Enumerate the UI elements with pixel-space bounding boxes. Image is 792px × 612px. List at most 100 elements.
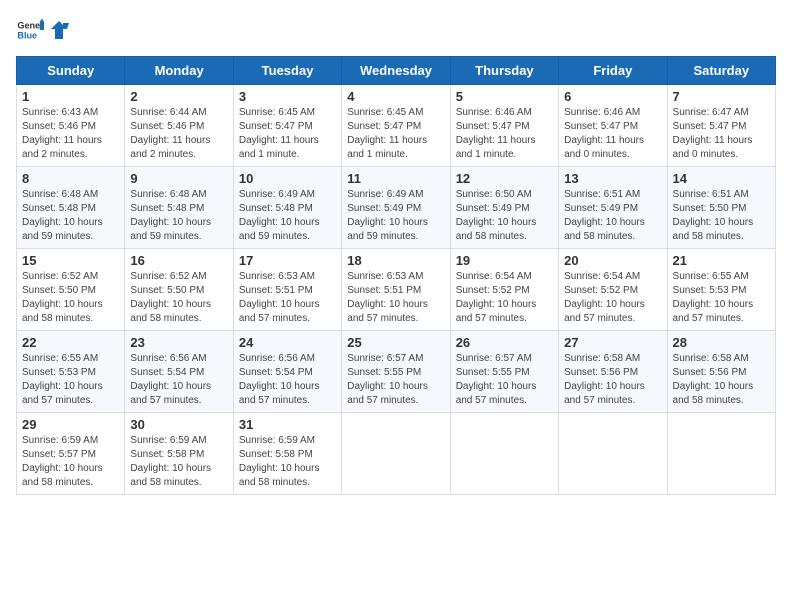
day-info: Sunrise: 6:55 AMSunset: 5:53 PMDaylight:… xyxy=(22,352,119,408)
calendar-cell: 27Sunrise: 6:58 AMSunset: 5:56 PMDayligh… xyxy=(559,331,667,413)
calendar-cell: 16 Sunrise: 6:52 AMSunset: 5:50 PMDayligh… xyxy=(125,249,233,331)
day-number: 29 xyxy=(22,417,119,432)
calendar-cell: 21Sunrise: 6:55 AMSunset: 5:53 PMDayligh… xyxy=(667,249,775,331)
day-number: 16 xyxy=(130,253,227,268)
day-number: 17 xyxy=(239,253,336,268)
calendar-table: SundayMondayTuesdayWednesdayThursdayFrid… xyxy=(16,56,776,495)
weekday-header-wednesday: Wednesday xyxy=(342,57,450,85)
calendar-cell: 28 Sunrise: 6:58 AMSunset: 5:56 PMDayligh… xyxy=(667,331,775,413)
day-info: Sunrise: 6:56 AMSunset: 5:54 PMDaylight:… xyxy=(239,352,336,408)
logo-bird-icon xyxy=(49,19,69,41)
svg-text:Blue: Blue xyxy=(17,30,37,40)
day-info: Sunrise: 6:58 AMSunset: 5:56 PMDaylight:… xyxy=(564,352,661,408)
calendar-week-row: 29 Sunrise: 6:59 AMSunset: 5:57 PMDayligh… xyxy=(17,413,776,495)
day-number: 3 xyxy=(239,89,336,104)
day-info: Sunrise: 6:59 AMSunset: 5:57 PMDaylight:… xyxy=(22,434,119,490)
calendar-cell: 12 Sunrise: 6:50 AMSunset: 5:49 PMDayligh… xyxy=(450,167,558,249)
day-number: 2 xyxy=(130,89,227,104)
weekday-header-monday: Monday xyxy=(125,57,233,85)
day-number: 24 xyxy=(239,335,336,350)
day-info: Sunrise: 6:54 AMSunset: 5:52 PMDaylight:… xyxy=(564,270,661,326)
calendar-cell: 11 Sunrise: 6:49 AMSunset: 5:49 PMDayligh… xyxy=(342,167,450,249)
calendar-cell: 22 Sunrise: 6:55 AMSunset: 5:53 PMDayligh… xyxy=(17,331,125,413)
calendar-cell xyxy=(559,413,667,495)
calendar-cell: 19 Sunrise: 6:54 AMSunset: 5:52 PMDayligh… xyxy=(450,249,558,331)
day-number: 28 xyxy=(673,335,770,350)
day-number: 13 xyxy=(564,171,661,186)
day-info: Sunrise: 6:52 AMSunset: 5:50 PMDaylight:… xyxy=(130,270,227,326)
weekday-header-thursday: Thursday xyxy=(450,57,558,85)
calendar-cell: 6Sunrise: 6:46 AMSunset: 5:47 PMDaylight… xyxy=(559,85,667,167)
day-info: Sunrise: 6:51 AMSunset: 5:50 PMDaylight:… xyxy=(673,188,770,244)
weekday-header-sunday: Sunday xyxy=(17,57,125,85)
day-number: 9 xyxy=(130,171,227,186)
weekday-header-saturday: Saturday xyxy=(667,57,775,85)
calendar-cell: 17Sunrise: 6:53 AMSunset: 5:51 PMDayligh… xyxy=(233,249,341,331)
calendar-cell xyxy=(342,413,450,495)
day-info: Sunrise: 6:56 AMSunset: 5:54 PMDaylight:… xyxy=(130,352,227,408)
calendar-cell xyxy=(450,413,558,495)
weekday-header-friday: Friday xyxy=(559,57,667,85)
calendar-cell: 3 Sunrise: 6:45 AMSunset: 5:47 PMDaylight… xyxy=(233,85,341,167)
day-info: Sunrise: 6:54 AMSunset: 5:52 PMDaylight:… xyxy=(456,270,553,326)
calendar-week-row: 1 Sunrise: 6:43 AMSunset: 5:46 PMDaylight… xyxy=(17,85,776,167)
day-number: 11 xyxy=(347,171,444,186)
calendar-cell: 7Sunrise: 6:47 AMSunset: 5:47 PMDaylight… xyxy=(667,85,775,167)
calendar-header-row: SundayMondayTuesdayWednesdayThursdayFrid… xyxy=(17,57,776,85)
calendar-week-row: 8 Sunrise: 6:48 AMSunset: 5:48 PMDaylight… xyxy=(17,167,776,249)
day-number: 4 xyxy=(347,89,444,104)
day-info: Sunrise: 6:59 AMSunset: 5:58 PMDaylight:… xyxy=(130,434,227,490)
day-number: 30 xyxy=(130,417,227,432)
day-number: 26 xyxy=(456,335,553,350)
day-number: 12 xyxy=(456,171,553,186)
day-info: Sunrise: 6:48 AMSunset: 5:48 PMDaylight:… xyxy=(130,188,227,244)
day-number: 1 xyxy=(22,89,119,104)
calendar-cell: 24 Sunrise: 6:56 AMSunset: 5:54 PMDayligh… xyxy=(233,331,341,413)
day-number: 14 xyxy=(673,171,770,186)
day-info: Sunrise: 6:52 AMSunset: 5:50 PMDaylight:… xyxy=(22,270,119,326)
weekday-header-tuesday: Tuesday xyxy=(233,57,341,85)
day-info: Sunrise: 6:49 AMSunset: 5:49 PMDaylight:… xyxy=(347,188,444,244)
day-number: 22 xyxy=(22,335,119,350)
logo: General Blue xyxy=(16,16,70,44)
calendar-cell: 15 Sunrise: 6:52 AMSunset: 5:50 PMDayligh… xyxy=(17,249,125,331)
calendar-cell: 10 Sunrise: 6:49 AMSunset: 5:48 PMDayligh… xyxy=(233,167,341,249)
day-number: 8 xyxy=(22,171,119,186)
day-number: 15 xyxy=(22,253,119,268)
calendar-cell: 1 Sunrise: 6:43 AMSunset: 5:46 PMDaylight… xyxy=(17,85,125,167)
calendar-cell: 30 Sunrise: 6:59 AMSunset: 5:58 PMDayligh… xyxy=(125,413,233,495)
day-number: 6 xyxy=(564,89,661,104)
calendar-cell: 8Sunrise: 6:48 AMSunset: 5:48 PMDaylight… xyxy=(17,167,125,249)
day-info: Sunrise: 6:44 AMSunset: 5:46 PMDaylight:… xyxy=(130,106,227,162)
calendar-cell: 13 Sunrise: 6:51 AMSunset: 5:49 PMDayligh… xyxy=(559,167,667,249)
day-info: Sunrise: 6:43 AMSunset: 5:46 PMDaylight:… xyxy=(22,106,119,162)
calendar-cell: 4 Sunrise: 6:45 AMSunset: 5:47 PMDaylight… xyxy=(342,85,450,167)
day-number: 21 xyxy=(673,253,770,268)
day-info: Sunrise: 6:58 AMSunset: 5:56 PMDaylight:… xyxy=(673,352,770,408)
calendar-cell: 18Sunrise: 6:53 AMSunset: 5:51 PMDayligh… xyxy=(342,249,450,331)
calendar-cell: 14 Sunrise: 6:51 AMSunset: 5:50 PMDayligh… xyxy=(667,167,775,249)
day-info: Sunrise: 6:45 AMSunset: 5:47 PMDaylight:… xyxy=(347,106,444,162)
day-info: Sunrise: 6:49 AMSunset: 5:48 PMDaylight:… xyxy=(239,188,336,244)
calendar-cell xyxy=(667,413,775,495)
page-header: General Blue xyxy=(16,16,776,44)
logo-wordmark xyxy=(48,19,70,41)
day-info: Sunrise: 6:45 AMSunset: 5:47 PMDaylight:… xyxy=(239,106,336,162)
day-number: 31 xyxy=(239,417,336,432)
day-info: Sunrise: 6:46 AMSunset: 5:47 PMDaylight:… xyxy=(456,106,553,162)
day-info: Sunrise: 6:53 AMSunset: 5:51 PMDaylight:… xyxy=(347,270,444,326)
day-number: 10 xyxy=(239,171,336,186)
calendar-cell: 2 Sunrise: 6:44 AMSunset: 5:46 PMDaylight… xyxy=(125,85,233,167)
calendar-cell: 25Sunrise: 6:57 AMSunset: 5:55 PMDayligh… xyxy=(342,331,450,413)
calendar-week-row: 15 Sunrise: 6:52 AMSunset: 5:50 PMDayligh… xyxy=(17,249,776,331)
day-number: 5 xyxy=(456,89,553,104)
logo-icon: General Blue xyxy=(16,16,44,44)
calendar-cell: 20Sunrise: 6:54 AMSunset: 5:52 PMDayligh… xyxy=(559,249,667,331)
day-info: Sunrise: 6:59 AMSunset: 5:58 PMDaylight:… xyxy=(239,434,336,490)
day-info: Sunrise: 6:51 AMSunset: 5:49 PMDaylight:… xyxy=(564,188,661,244)
calendar-cell: 29 Sunrise: 6:59 AMSunset: 5:57 PMDayligh… xyxy=(17,413,125,495)
day-number: 23 xyxy=(130,335,227,350)
day-info: Sunrise: 6:50 AMSunset: 5:49 PMDaylight:… xyxy=(456,188,553,244)
day-info: Sunrise: 6:57 AMSunset: 5:55 PMDaylight:… xyxy=(347,352,444,408)
day-number: 19 xyxy=(456,253,553,268)
